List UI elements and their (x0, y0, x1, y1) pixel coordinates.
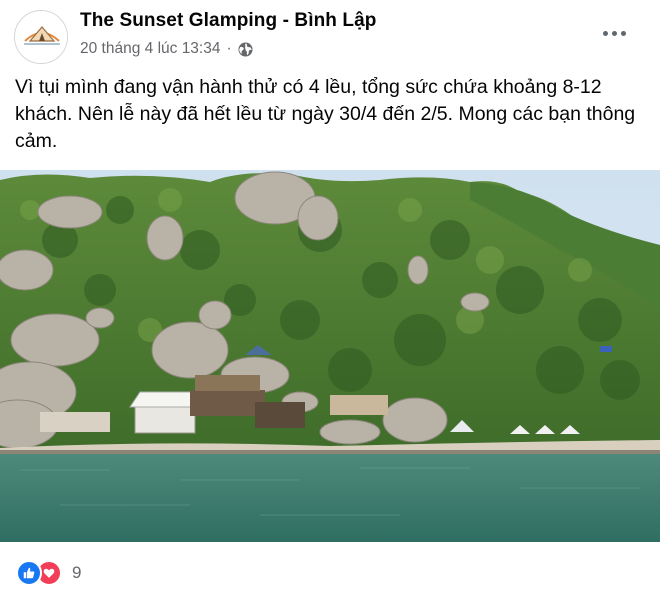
post-meta: 20 tháng 4 lúc 13:34 · (80, 39, 253, 59)
more-options-button[interactable] (596, 22, 632, 44)
reactions-summary[interactable]: 9 (16, 560, 81, 586)
page-avatar[interactable] (14, 10, 68, 64)
more-options-icon (602, 30, 608, 36)
sunset-glamping-logo (15, 11, 67, 63)
glamping-beach-photo (0, 170, 660, 542)
post-timestamp[interactable]: 20 tháng 4 lúc 13:34 (80, 40, 220, 58)
reaction-count: 9 (72, 563, 82, 582)
globe-icon[interactable] (238, 41, 253, 57)
post-message: Vì tụi mình đang vận hành thử có 4 lều, … (15, 76, 636, 152)
post-photo[interactable] (0, 170, 660, 542)
page-name[interactable]: The Sunset Glamping - Bình Lập (80, 10, 376, 32)
like-icon (16, 560, 42, 586)
post-header: The Sunset Glamping - Bình Lập 20 tháng … (0, 0, 660, 64)
meta-separator: · (226, 40, 232, 57)
